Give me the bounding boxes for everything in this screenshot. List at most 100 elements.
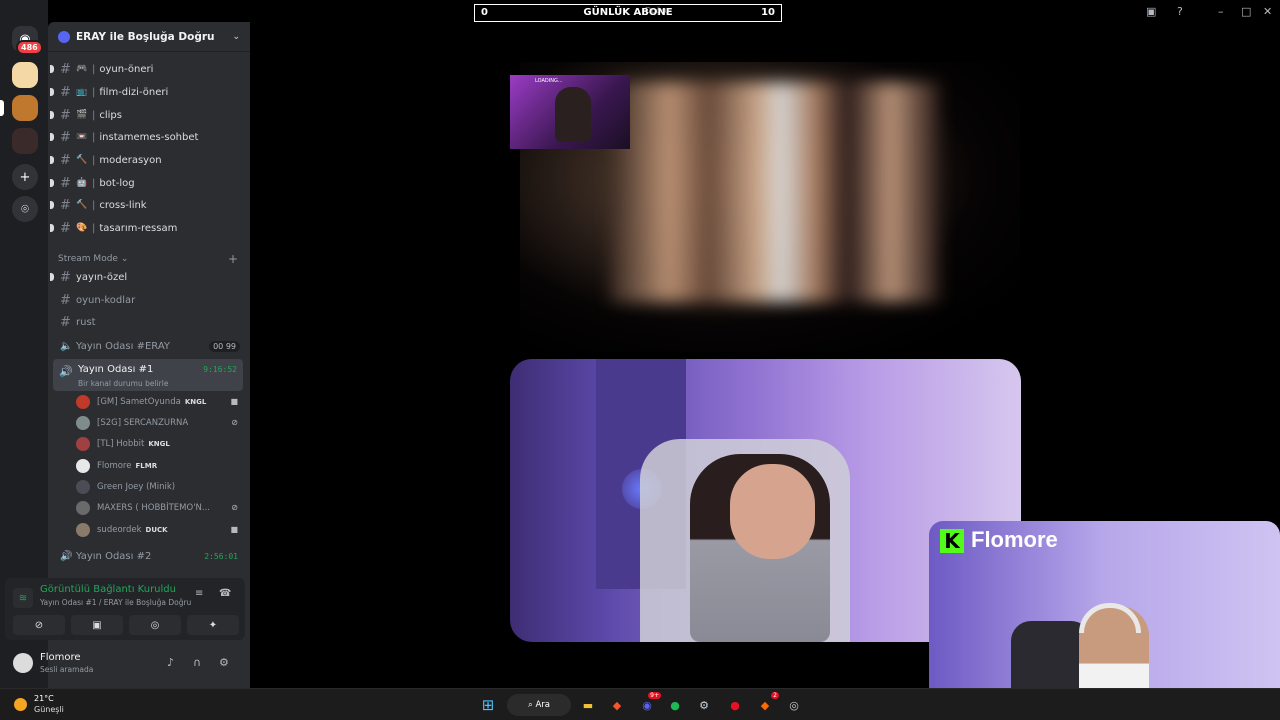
voice-status-title: Görüntülü Bağlantı Kuruldu <box>40 584 176 595</box>
avatar[interactable] <box>13 653 33 673</box>
headphones-icon[interactable]: ∩ <box>193 656 201 669</box>
search-icon: ⌕ <box>528 700 536 710</box>
unread-dot <box>50 273 54 281</box>
server-folder-icon[interactable] <box>12 128 38 154</box>
avatar <box>76 458 90 473</box>
channel-name: instamemes-sohbet <box>99 131 199 143</box>
person-silhouette <box>555 87 591 142</box>
guild-boost-icon <box>58 30 70 43</box>
guild-header[interactable]: ERAY ile Boşluğa Doğru ⌄ <box>48 22 250 52</box>
add-channel-icon[interactable]: + <box>228 252 238 266</box>
add-server-icon[interactable]: + <box>12 164 38 190</box>
screen: ◉ 486 + ⌾ ERAY ile Boşluğa Doğru ⌄ # 🎮 | oy… <box>0 0 1280 720</box>
channel-moderasyon[interactable]: # 🔨 | moderasyon <box>50 150 244 170</box>
server-icon-1[interactable] <box>12 62 38 88</box>
voice-timer: 9:16:52 <box>203 365 237 374</box>
channel-rust[interactable]: # rust <box>54 312 244 332</box>
steam-icon[interactable]: ⚙ <box>694 695 714 715</box>
separator: | <box>92 154 96 166</box>
microphone-icon[interactable]: ♪ <box>167 656 174 669</box>
voice-member[interactable]: [TL] Hobbit KNGL <box>76 434 244 453</box>
chevron-down-icon: ⌄ <box>120 254 129 264</box>
channel-cross-link[interactable]: # 🔨 | cross-link <box>50 195 244 215</box>
discord-icon[interactable]: ◉ 9+ <box>637 692 661 715</box>
unread-dot <box>50 201 54 209</box>
hash-icon: # <box>60 129 71 145</box>
app-icon-orange[interactable]: ◆ 2 <box>755 692 779 715</box>
voice-member[interactable]: [GM] SametOyunda KNGL ■ <box>76 392 244 411</box>
chevron-down-icon[interactable]: ⌄ <box>232 32 240 42</box>
member-tag: FLMR <box>135 461 158 470</box>
voice-channel-active[interactable]: 🔊 Yayın Odası #1 9:16:52 Bir kanal durum… <box>53 359 243 391</box>
selected-server-pill <box>0 100 4 116</box>
voice-timer: 2:56:01 <box>204 551 238 561</box>
server-icon-eray[interactable] <box>12 95 38 121</box>
avatar <box>76 479 90 494</box>
screen-share-button[interactable]: ▣ <box>71 615 123 635</box>
separator: | <box>92 222 96 234</box>
minimize-icon[interactable]: – <box>1218 5 1224 18</box>
help-icon[interactable]: ? <box>1177 5 1183 18</box>
unread-dot <box>50 224 54 232</box>
close-icon[interactable]: ✕ <box>1263 5 1272 18</box>
brave-browser-icon[interactable]: ◆ <box>607 695 627 715</box>
channel-status-text[interactable]: Bir kanal durumu belirle <box>78 379 168 388</box>
hash-icon: # <box>60 107 71 123</box>
category-stream-mode[interactable]: Stream Mode ⌄ + <box>58 252 238 266</box>
voice-channel-2[interactable]: 🔊 Yayın Odası #2 2:56:01 <box>54 547 244 565</box>
hash-icon: # <box>60 220 71 236</box>
signal-icon[interactable]: ≋ <box>13 588 33 608</box>
counter-right-value: 10 <box>761 7 775 18</box>
channel-bot-log[interactable]: # 🤖 | bot-log <box>50 173 244 193</box>
member-name: Green Joey (Minik) <box>97 481 176 492</box>
discover-icon[interactable]: ⌾ <box>12 196 38 222</box>
channel-tasarim-ressam[interactable]: # 🎨 | tasarım-ressam <box>50 218 244 238</box>
speaker-icon: 🔊 <box>59 365 73 378</box>
obs-icon[interactable]: ◎ <box>784 695 804 715</box>
separator: | <box>92 63 96 75</box>
voice-member[interactable]: [S2G] SERCANZURNA ⊘ <box>76 413 244 432</box>
voice-member[interactable]: Green Joey (Minik) <box>76 477 244 496</box>
channel-oyun-oneri[interactable]: # 🎮 | oyun-öneri <box>50 59 244 79</box>
muted-icon: ⊘ <box>231 418 238 427</box>
voice-member[interactable]: MAXERS ( HOBBİTEMO'N... ⊘ <box>76 498 244 517</box>
search-box[interactable]: ⌕ Ara <box>507 694 571 716</box>
voice-channel-eray[interactable]: 🔈 Yayın Odası #ERAY 00 99 <box>54 338 244 354</box>
channel-clips[interactable]: # 🎬 | clips <box>50 105 244 125</box>
channel-emoji: 🎬 <box>76 110 88 120</box>
unread-dot <box>50 133 54 141</box>
soundboard-button[interactable]: ✦ <box>187 615 239 635</box>
voice-member[interactable]: sudeordek DUCK ■ <box>76 520 244 539</box>
temperature: 21°C <box>34 694 54 703</box>
disconnect-icon[interactable]: ☎ <box>219 588 231 599</box>
app-icon-red[interactable]: ● <box>725 695 745 715</box>
hash-icon: # <box>60 84 71 100</box>
maximize-icon[interactable]: □ <box>1241 5 1251 18</box>
settings-gear-icon[interactable]: ⚙ <box>219 656 229 669</box>
noise-suppression-icon[interactable]: ≡ <box>195 588 203 599</box>
file-explorer-icon[interactable]: ▬ <box>578 695 598 715</box>
channel-yayin-ozel[interactable]: # yayın-özel <box>50 267 244 287</box>
inbox-icon[interactable]: ▣ <box>1146 5 1156 18</box>
spotify-icon[interactable]: ● <box>665 695 685 715</box>
sun-icon <box>14 698 27 711</box>
member-name: Flomore <box>97 460 132 471</box>
channel-oyun-kodlar[interactable]: # oyun-kodlar <box>54 290 244 310</box>
start-menu-icon[interactable]: ⊞ <box>478 695 498 715</box>
channel-emoji: 🎮 <box>76 64 88 74</box>
guild-name: ERAY ile Boşluğa Doğru <box>76 30 215 43</box>
activity-button[interactable]: ◎ <box>129 615 181 635</box>
voice-status-subtitle: Yayın Odası #1 / ERAY ile Boşluğa Doğru <box>40 598 192 607</box>
category-label: Stream Mode <box>58 254 118 264</box>
voice-member[interactable]: Flomore FLMR <box>76 456 244 475</box>
avatar <box>76 436 90 451</box>
camera-off-button[interactable]: ⊘ <box>13 615 65 635</box>
channel-film-dizi-oneri[interactable]: # 📺 | film-dizi-öneri <box>50 82 244 102</box>
webcam-thumbnail: LOADING... <box>510 75 630 149</box>
channel-name: bot-log <box>99 177 135 189</box>
channel-instamemes-sohbet[interactable]: # 📼 | instamemes-sohbet <box>50 127 244 147</box>
streamer-name: Flomore <box>971 527 1058 552</box>
avatar <box>76 522 90 537</box>
unread-dot <box>50 111 54 119</box>
member-tag: DUCK <box>145 525 168 534</box>
